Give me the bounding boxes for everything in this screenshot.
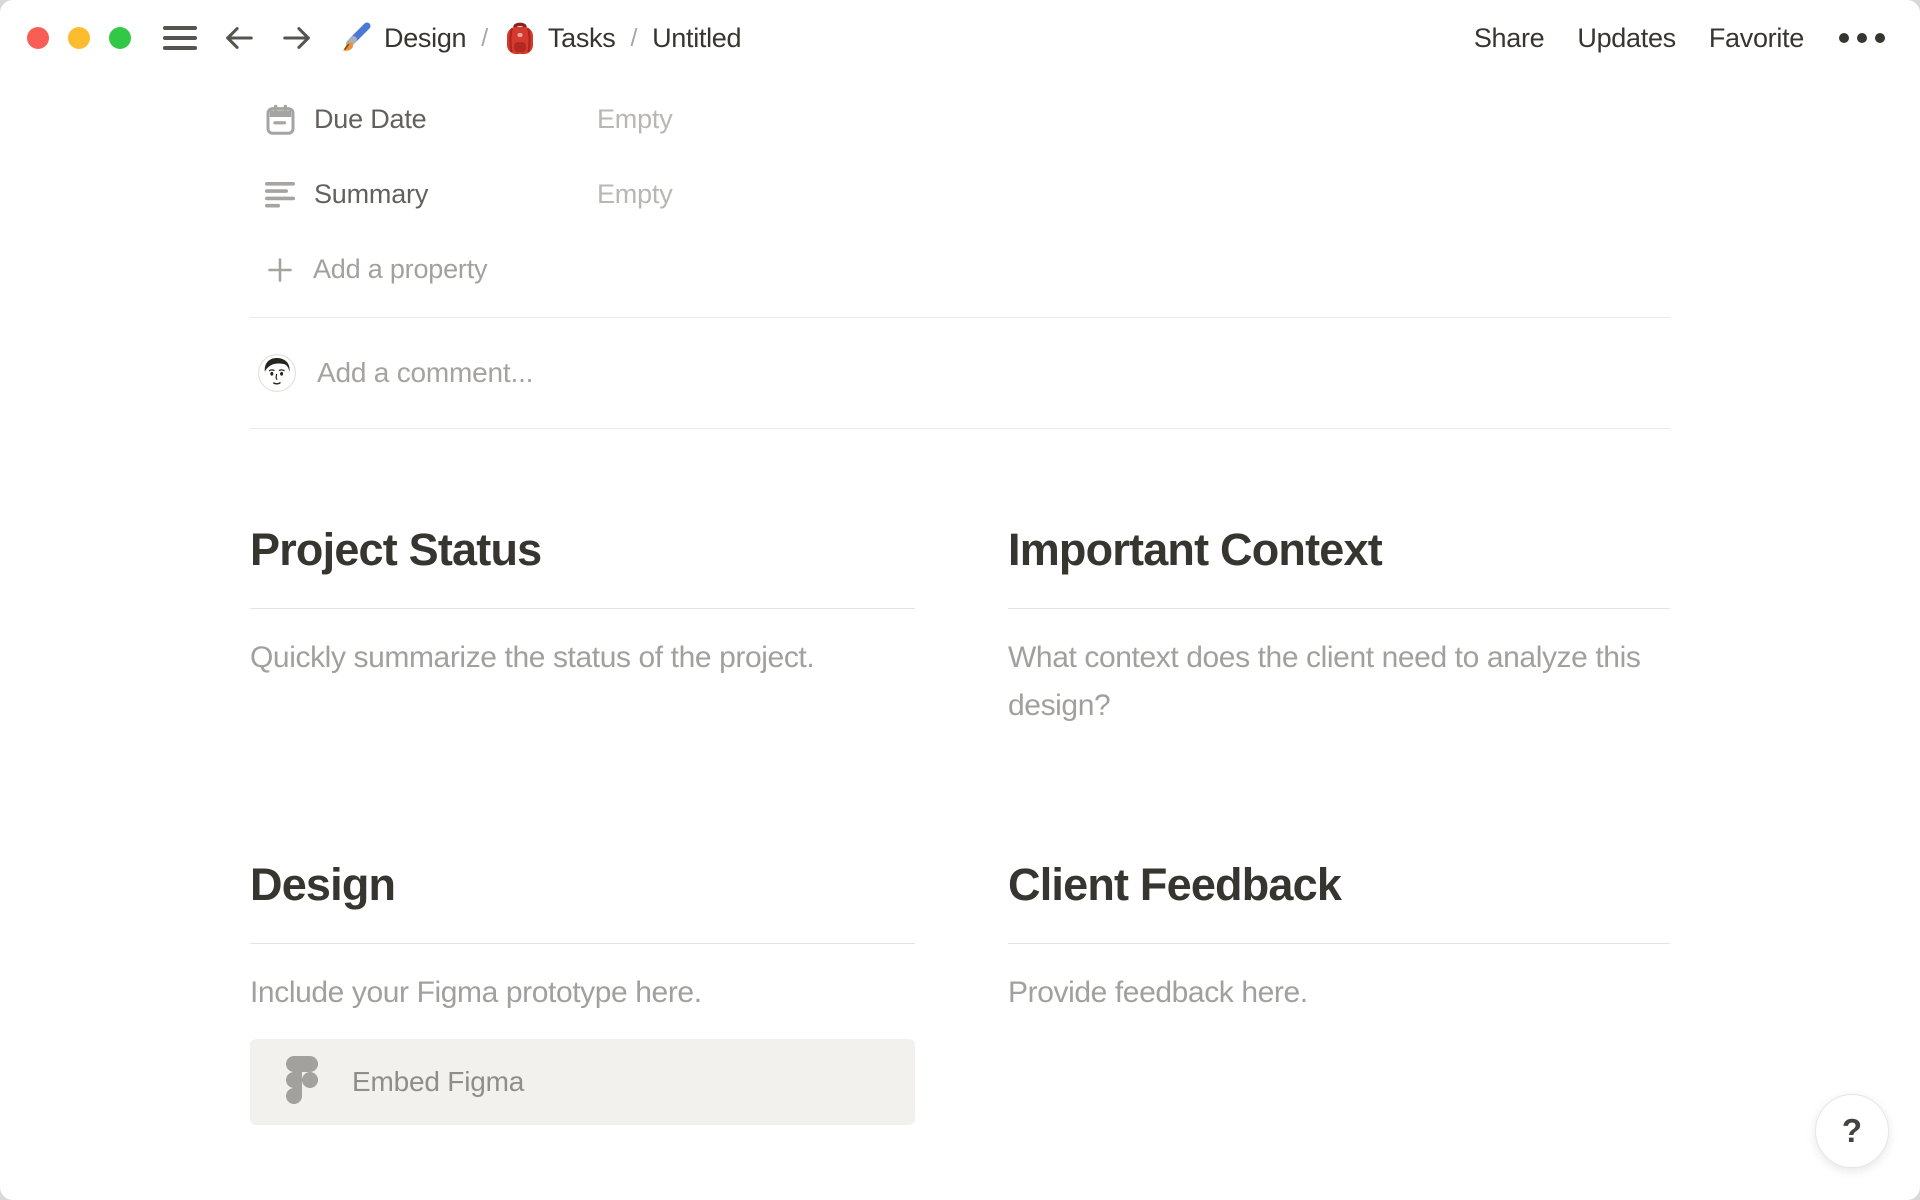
help-button[interactable]: ? [1815,1094,1889,1168]
section-title[interactable]: Project Status [250,521,915,579]
section-body-text[interactable]: Quickly summarize the status of the proj… [250,634,915,682]
section-project-status: Project Status Quickly summarize the sta… [250,521,915,856]
breadcrumb-label: Design [384,22,467,53]
property-row-summary[interactable]: Summary Empty [250,157,1670,232]
section-design: Design Include your Figma prototype here… [250,856,915,1125]
breadcrumb-item-design[interactable]: Design [339,21,467,55]
sidebar-menu-icon[interactable] [163,26,197,50]
avatar [258,354,296,392]
figma-icon [286,1055,318,1109]
top-bar: Design / Tasks / Untitled Share Updates … [0,0,1920,76]
property-name: Due Date [314,104,427,134]
breadcrumb-separator: / [481,23,488,52]
backpack-icon [503,21,537,55]
traffic-lights [27,27,131,49]
property-list: Due Date Empty Summary Empty Add a prope… [250,76,1670,307]
paintbrush-icon [339,21,373,55]
close-window-button[interactable] [27,27,49,49]
add-property-button[interactable]: Add a property [250,232,1670,307]
section-body-text[interactable]: Include your Figma prototype here. [250,969,915,1017]
embed-figma-label: Embed Figma [352,1066,525,1097]
updates-button[interactable]: Updates [1577,23,1676,54]
page-content: Due Date Empty Summary Empty Add a prope… [250,76,1670,1125]
text-align-icon [263,181,297,208]
section-body-text[interactable]: Provide feedback here. [1008,969,1670,1017]
property-value[interactable]: Empty [597,104,673,135]
property-name: Summary [314,179,429,209]
add-property-label: Add a property [313,254,488,284]
forward-arrow-icon[interactable] [281,22,313,54]
comment-placeholder: Add a comment... [317,357,534,388]
divider [250,943,915,944]
calendar-icon [263,104,297,135]
section-title[interactable]: Client Feedback [1008,856,1670,914]
comment-input[interactable]: Add a comment... [250,318,1670,428]
divider [1008,608,1670,609]
breadcrumb: Design / Tasks / Untitled [339,21,742,55]
divider [250,608,915,609]
notion-window: Design / Tasks / Untitled Share Updates … [0,0,1920,1200]
section-title[interactable]: Important Context [1008,521,1670,579]
breadcrumb-label: Tasks [547,22,616,53]
breadcrumb-separator: / [630,23,638,52]
minimize-window-button[interactable] [68,27,90,49]
breadcrumb-item-untitled[interactable]: Untitled [652,23,741,54]
favorite-button[interactable]: Favorite [1709,23,1804,54]
sections-grid: Project Status Quickly summarize the sta… [250,521,1670,1125]
divider [250,428,1670,429]
property-value[interactable]: Empty [597,179,673,210]
section-body-text[interactable]: What context does the client need to ana… [1008,634,1670,730]
more-options-icon[interactable] [1837,29,1887,47]
section-client-feedback: Client Feedback Provide feedback here. [1008,856,1670,1125]
breadcrumb-item-tasks[interactable]: Tasks [503,21,616,55]
plus-icon [265,257,295,282]
topbar-actions: Share Updates Favorite [1474,23,1887,54]
share-button[interactable]: Share [1474,23,1545,54]
help-label: ? [1841,1112,1863,1149]
section-title[interactable]: Design [250,856,915,914]
property-row-due-date[interactable]: Due Date Empty [250,82,1670,157]
zoom-window-button[interactable] [109,27,131,49]
divider [1008,943,1670,944]
breadcrumb-label: Untitled [652,22,742,53]
section-important-context: Important Context What context does the … [1008,521,1670,856]
embed-figma-button[interactable]: Embed Figma [250,1039,915,1125]
back-arrow-icon[interactable] [223,22,255,54]
